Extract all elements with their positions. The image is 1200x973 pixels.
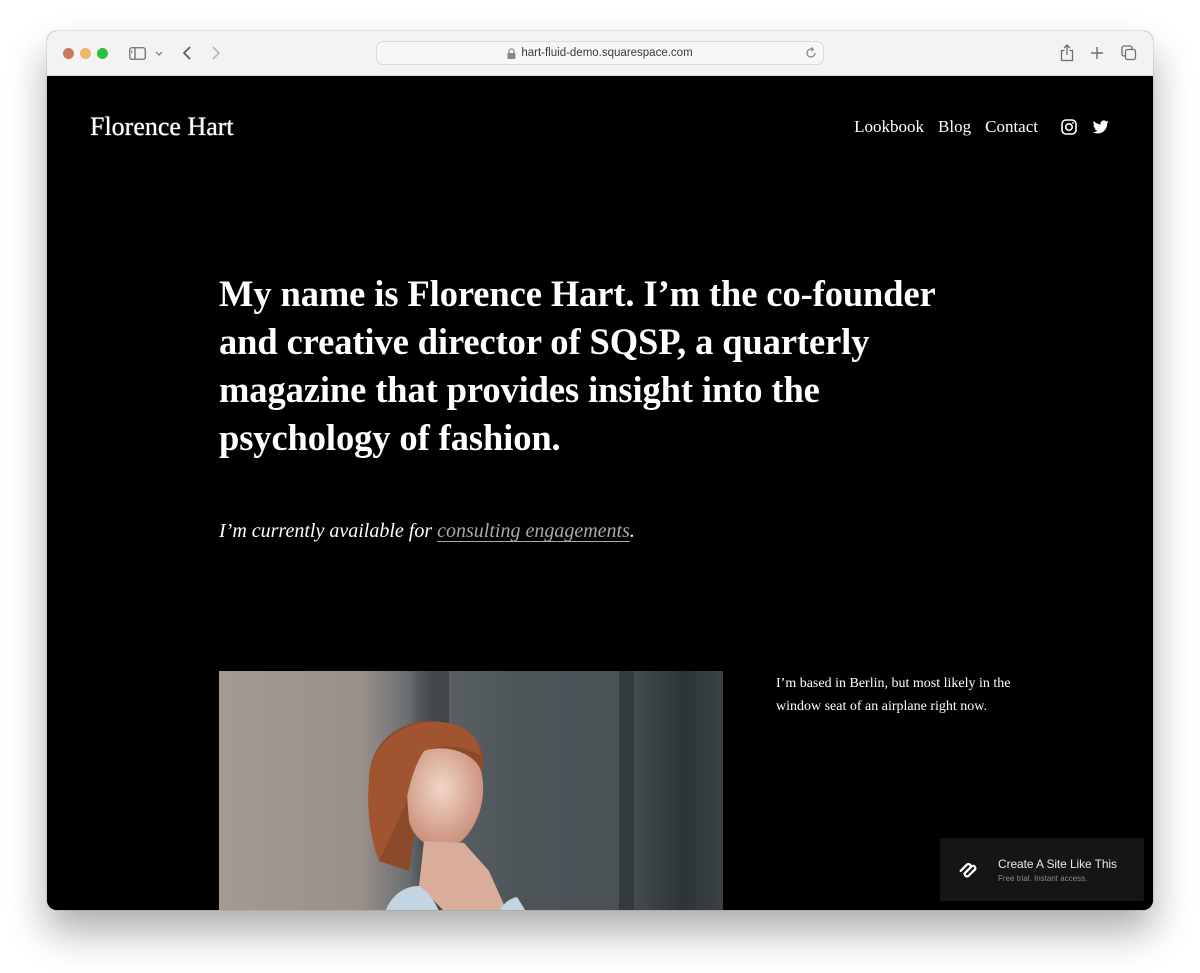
intro-headline: My name is Florence Hart. I’m the co-fou… <box>219 273 935 458</box>
reload-icon[interactable] <box>804 46 818 60</box>
browser-toolbar: hart-fluid-demo.squarespace.com <box>47 31 1153 76</box>
tabs-icon[interactable] <box>1120 43 1138 63</box>
nav-blog[interactable]: Blog <box>938 117 971 137</box>
chevron-left-icon <box>183 46 191 60</box>
twitter-icon[interactable] <box>1093 119 1109 135</box>
portrait-photo <box>219 671 723 910</box>
close-window-button[interactable] <box>63 48 74 59</box>
minimize-window-button[interactable] <box>80 48 91 59</box>
lock-icon <box>507 47 516 59</box>
zoom-window-button[interactable] <box>97 48 108 59</box>
browser-window: hart-fluid-demo.squarespace.com Florence… <box>47 31 1153 910</box>
chevron-right-icon <box>212 46 220 60</box>
nav-lookbook[interactable]: Lookbook <box>854 117 924 137</box>
badge-title: Create A Site Like This <box>998 856 1117 871</box>
availability-text: I’m currently available for consulting e… <box>219 520 635 543</box>
nav-contact[interactable]: Contact <box>985 117 1038 137</box>
plus-icon[interactable] <box>1089 43 1105 63</box>
consulting-link[interactable]: consulting engagements <box>437 520 630 542</box>
main-nav: Lookbook Blog Contact <box>854 117 1038 137</box>
page-content: Florence Hart Lookbook Blog Contact My n… <box>47 76 1153 910</box>
address-bar[interactable]: hart-fluid-demo.squarespace.com <box>376 41 824 65</box>
sidebar-icon[interactable] <box>128 43 146 63</box>
back-button[interactable] <box>180 43 194 63</box>
share-icon[interactable] <box>1059 43 1075 63</box>
badge-subtitle: Free trial. Instant access. <box>998 873 1088 883</box>
availability-suffix: . <box>629 520 635 542</box>
portrait-illustration <box>368 671 634 910</box>
forward-button[interactable] <box>209 43 223 63</box>
site-title[interactable]: Florence Hart <box>90 112 234 142</box>
squarespace-logo-icon <box>959 862 977 877</box>
location-text: I’m based in Berlin, but most likely in … <box>776 676 1011 714</box>
instagram-icon[interactable] <box>1061 119 1077 135</box>
url-text: hart-fluid-demo.squarespace.com <box>521 47 693 59</box>
availability-prefix: I’m currently available for <box>219 520 438 542</box>
chevron-down-icon[interactable] <box>154 43 164 63</box>
create-site-badge[interactable]: Create A Site Like This Free trial. Inst… <box>940 838 1144 901</box>
